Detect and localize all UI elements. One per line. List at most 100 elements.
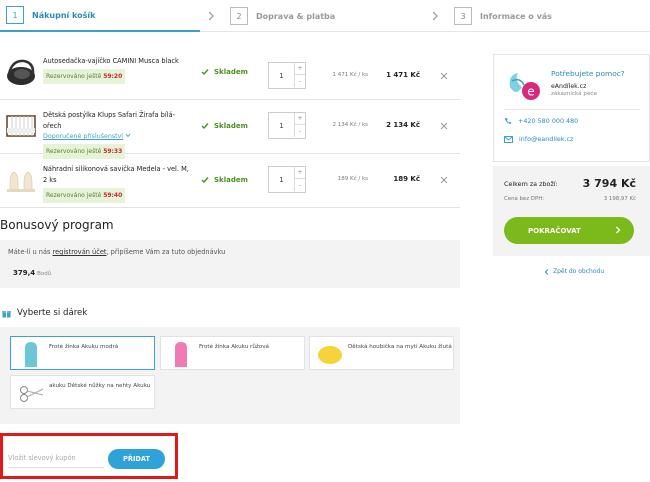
help-title: Potřebujete pomoc?	[551, 69, 625, 78]
gift-name: Froté žínka Akuku růžová	[199, 344, 269, 350]
bonus-text-after: , připíšeme Vám za tuto objednávku	[106, 248, 226, 256]
reservation-time: 59:20	[103, 73, 123, 80]
back-to-shop-link[interactable]: Zpět do obchodu	[544, 268, 604, 275]
product-info: Autosedačka-vajíčko CAMINI Musca black R…	[43, 56, 193, 84]
minus-icon[interactable]: -	[294, 75, 305, 87]
gift-name: Froté žínka Akuku modrá	[49, 344, 119, 350]
gift-title: Vyberte si dárek	[2, 308, 87, 318]
plus-icon[interactable]: +	[294, 113, 305, 125]
step-info[interactable]: 3 Informace o vás	[454, 0, 552, 32]
plus-icon[interactable]: +	[294, 63, 305, 75]
close-icon[interactable]	[439, 121, 449, 131]
unit-price: 2 134 Kč / ks	[332, 122, 368, 128]
mail-icon	[504, 135, 513, 143]
email-address[interactable]: info@eandilek.cz	[519, 135, 573, 143]
line-total: 2 134 Kč	[386, 121, 420, 129]
eandilek-logo-icon: e	[504, 67, 542, 105]
cart-list: Autosedačka-vajíčko CAMINI Musca black R…	[0, 46, 460, 208]
car-seat-image	[7, 59, 35, 85]
gift-icon	[2, 310, 11, 317]
divider	[504, 109, 640, 110]
chevron-right-icon	[616, 226, 621, 234]
gift-name: Dětská houbička na mytí Akuku žlutá	[348, 344, 452, 350]
minus-icon[interactable]: -	[294, 125, 305, 137]
coupon-input[interactable]: Vložit slevový kupón	[8, 448, 104, 468]
gift-panel: Froté žínka Akuku modrá Froté žínka Akuk…	[0, 327, 460, 424]
quantity-value[interactable]: 1	[269, 63, 294, 88]
step-label: Doprava & platba	[256, 11, 336, 21]
chevron-right-icon	[432, 11, 438, 21]
checkout-stepper: 1 Nákupní košík 2 Doprava & platba 3 Inf…	[0, 0, 650, 32]
bonus-points: 379,4 Bodů	[13, 269, 51, 277]
continue-label: POKRAČOVAT	[528, 226, 581, 235]
quantity-value[interactable]: 1	[269, 167, 294, 192]
step-label: Nákupní košík	[32, 10, 96, 20]
check-icon	[201, 69, 209, 76]
add-coupon-button[interactable]: PŘIDAT	[108, 449, 165, 469]
washcloth-pink-image	[175, 342, 187, 367]
bonus-text-before: Máte-li u nás	[8, 248, 53, 256]
total-value: 3 794 Kč	[582, 177, 636, 190]
chevron-down-icon[interactable]	[125, 133, 131, 138]
gift-option[interactable]: Froté žínka Akuku modrá	[10, 336, 155, 370]
minus-icon[interactable]: -	[294, 179, 305, 191]
product-name[interactable]: Dětská postýlka Klups Safari Žirafa bílá…	[43, 110, 193, 132]
close-icon[interactable]	[439, 71, 449, 81]
gift-option[interactable]: akuku Dětské nůžky na nehty Akuku	[10, 375, 155, 409]
continue-button[interactable]: POKRAČOVAT	[504, 217, 634, 244]
help-company: eAndílek.cz	[551, 83, 587, 90]
bonus-text: Máte-li u nás registrován účet, připíšem…	[8, 248, 225, 256]
line-total: 1 471 Kč	[386, 71, 420, 79]
sponge-image	[318, 346, 342, 364]
help-box: e Potřebujete pomoc? eAndílek.cz zákazni…	[493, 54, 650, 162]
bonus-points-value: 379,4	[13, 269, 36, 277]
accessories-link[interactable]: Doporučené příslušenství	[43, 133, 123, 140]
phone-icon	[505, 118, 512, 124]
cart-row: Náhradní silikonová savička Medela - vel…	[0, 154, 460, 208]
stock-status: Skladem	[201, 176, 248, 184]
plus-icon[interactable]: +	[294, 167, 305, 179]
product-name[interactable]: Náhradní silikonová savička Medela - vel…	[43, 164, 193, 186]
bonus-title: Bonusový program	[0, 218, 114, 232]
step-shipping[interactable]: 2 Doprava & platba	[230, 0, 335, 32]
bonus-points-unit: Bodů	[37, 271, 52, 277]
step-label: Informace o vás	[480, 11, 552, 21]
line-total: 189 Kč	[393, 175, 420, 183]
stock-label: Skladem	[214, 68, 248, 76]
gift-option[interactable]: Froté žínka Akuku růžová	[160, 336, 305, 370]
quantity-stepper[interactable]: 1 + -	[268, 112, 306, 139]
step-cart[interactable]: 1 Nákupní košík	[0, 0, 200, 32]
gift-option[interactable]: Dětská houbička na mytí Akuku žlutá	[309, 336, 454, 370]
check-icon	[201, 123, 209, 130]
step-number: 3	[454, 7, 472, 25]
gift-title-label: Vyberte si dárek	[17, 308, 88, 318]
chevron-right-icon	[208, 11, 214, 21]
cart-row: Dětská postýlka Klups Safari Žirafa bílá…	[0, 100, 460, 159]
help-subtitle: zákaznická péče	[551, 91, 597, 97]
reservation-time: 59:40	[103, 192, 123, 199]
reservation-badge: Rezervováno ještě 59:20	[43, 69, 126, 84]
reservation-label: Rezervováno ještě	[46, 192, 102, 199]
stock-status: Skladem	[201, 122, 248, 130]
total-label: Celkem za zboží:	[504, 180, 558, 188]
close-icon[interactable]	[439, 175, 449, 185]
phone-contact[interactable]: +420 580 000 480	[504, 117, 578, 125]
email-contact[interactable]: info@eandilek.cz	[504, 135, 573, 143]
unit-price: 189 Kč / ks	[337, 176, 368, 182]
phone-number[interactable]: +420 580 000 480	[518, 117, 578, 125]
unit-price: 1 471 Kč / ks	[332, 72, 368, 78]
quantity-value[interactable]: 1	[269, 113, 294, 138]
crib-image	[6, 115, 36, 137]
stock-status: Skladem	[201, 68, 248, 76]
register-link[interactable]: registrován účet	[53, 248, 107, 256]
product-name[interactable]: Autosedačka-vajíčko CAMINI Musca black	[43, 56, 193, 67]
quantity-stepper[interactable]: 1 + -	[268, 62, 306, 89]
product-info: Dětská postýlka Klups Safari Žirafa bílá…	[43, 110, 193, 159]
stock-label: Skladem	[214, 176, 248, 184]
cart-row: Autosedačka-vajíčko CAMINI Musca black R…	[0, 46, 460, 100]
check-icon	[201, 177, 209, 184]
reservation-badge: Rezervováno ještě 59:40	[43, 188, 126, 203]
step-number: 2	[230, 7, 248, 25]
stock-label: Skladem	[214, 122, 248, 130]
quantity-stepper[interactable]: 1 + -	[268, 166, 306, 193]
